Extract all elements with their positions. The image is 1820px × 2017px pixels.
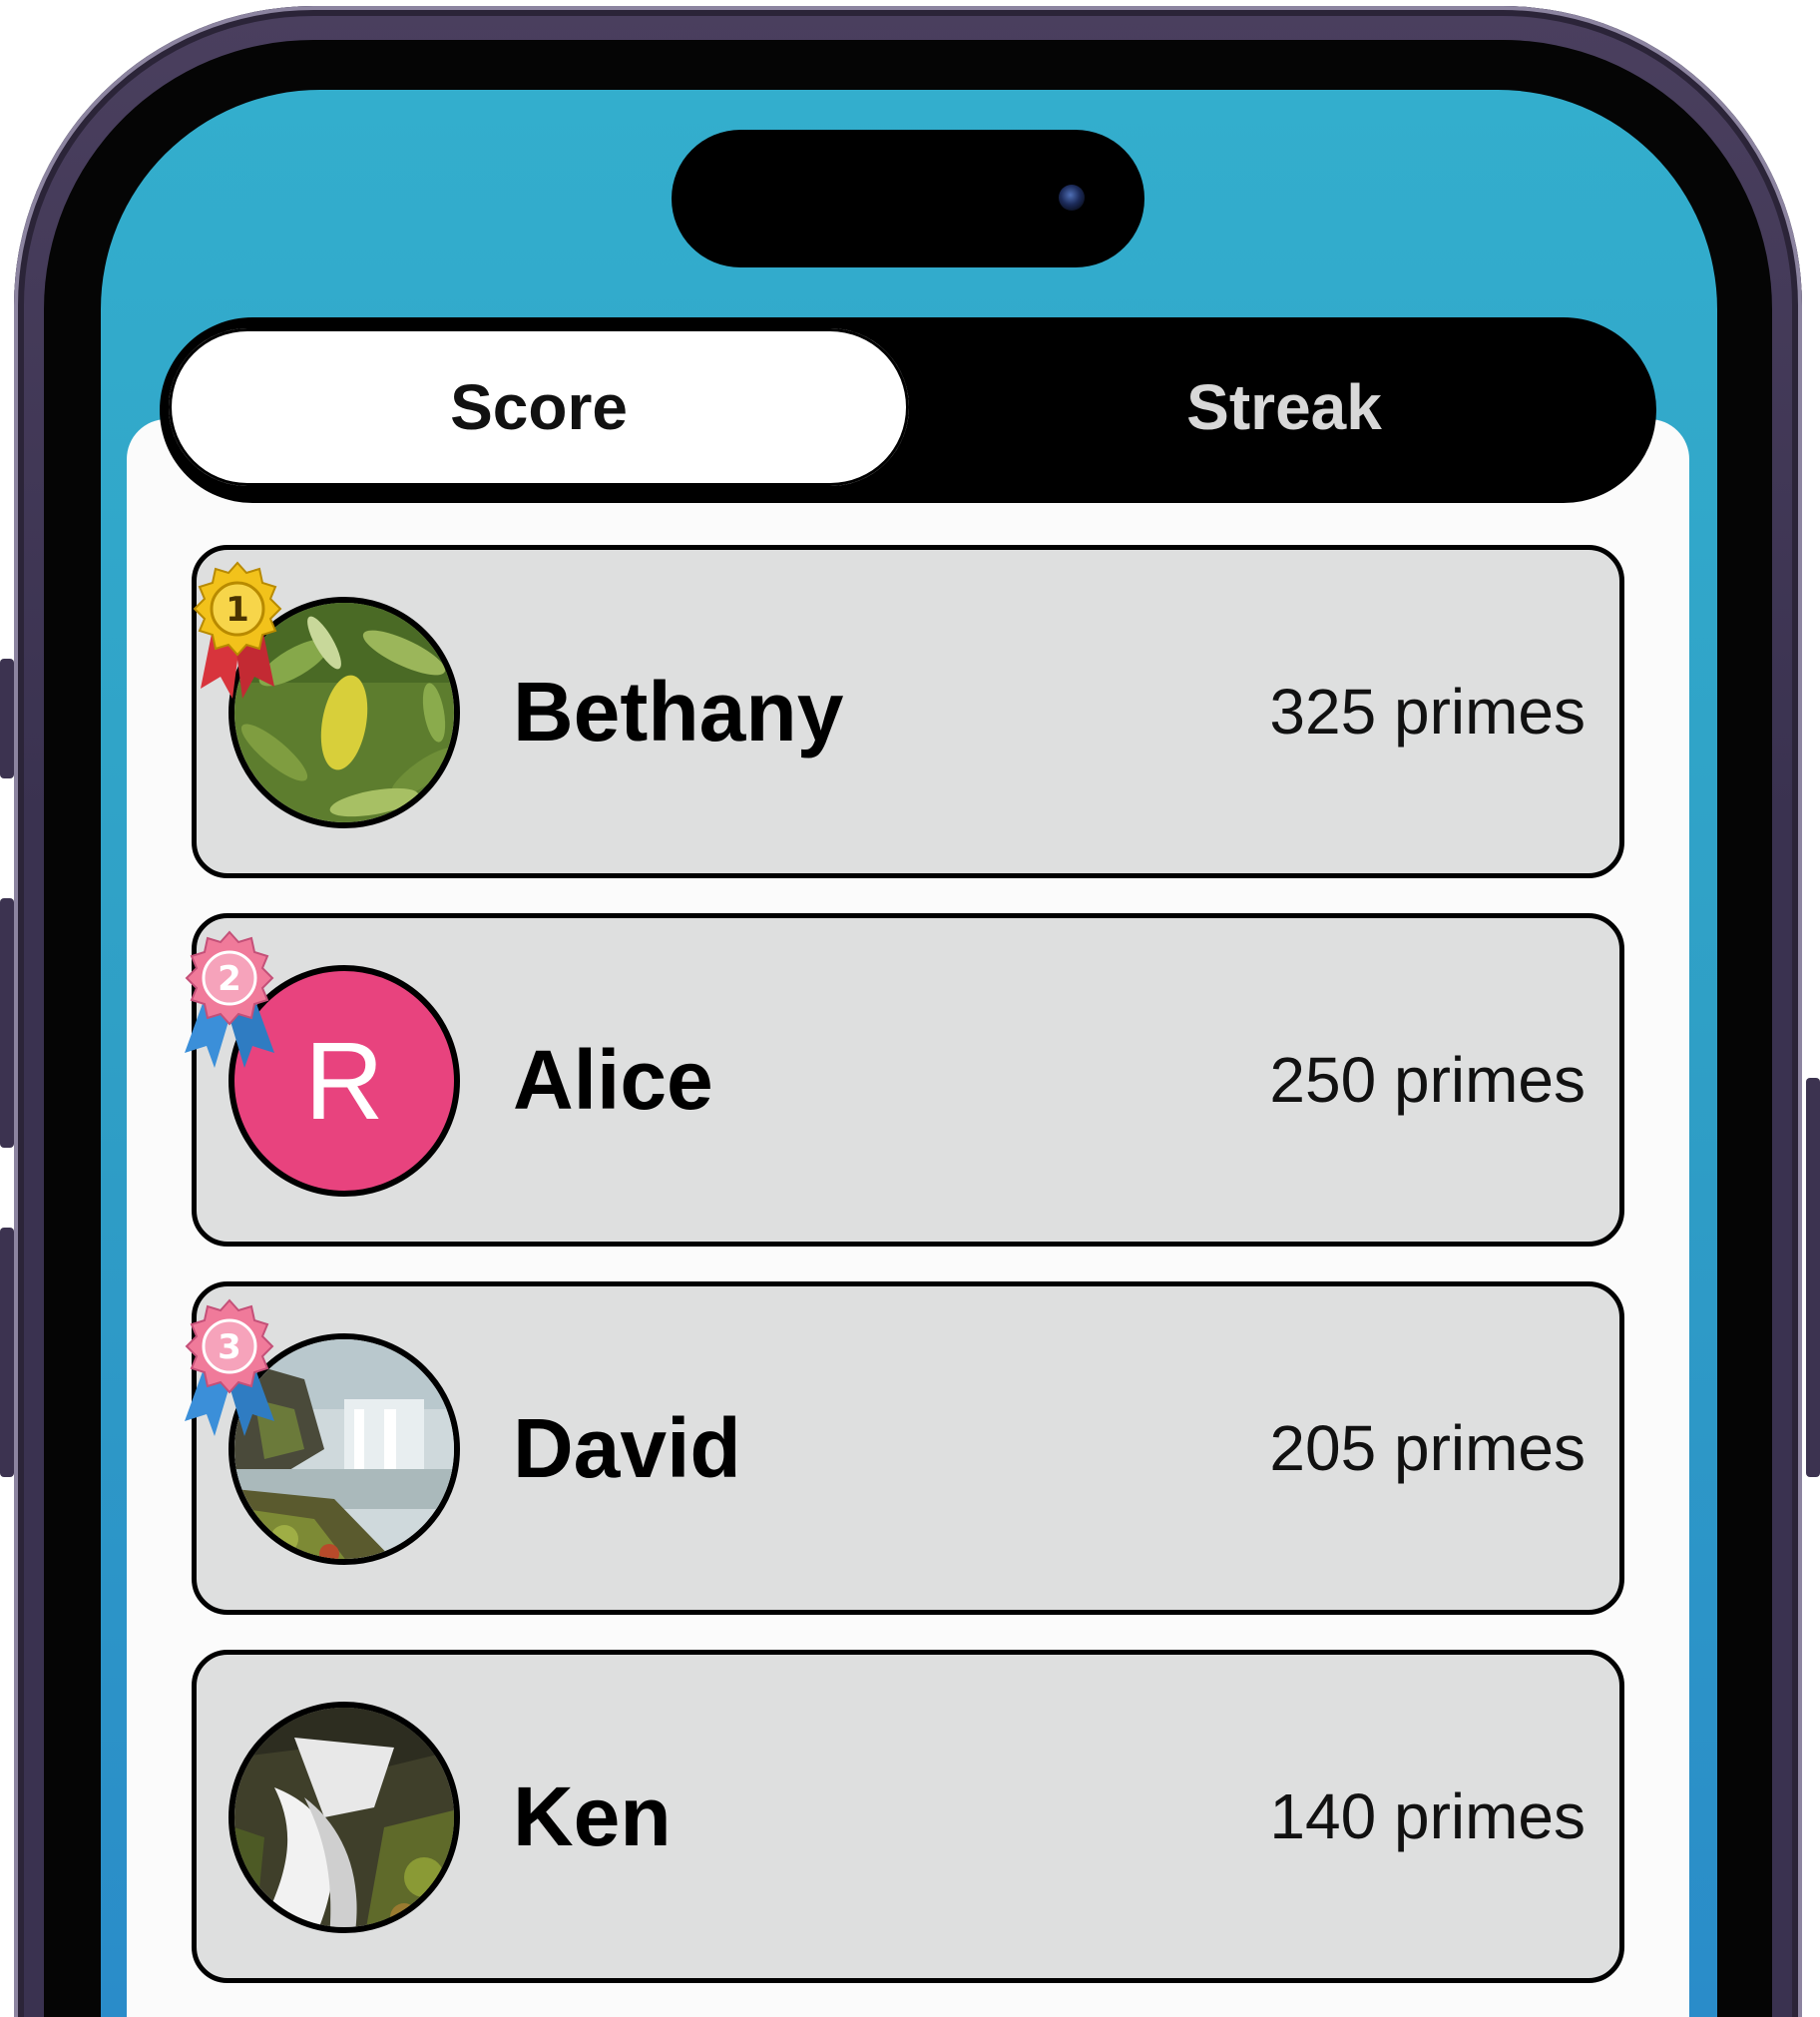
svg-text:1: 1 — [226, 590, 249, 630]
tab-streak[interactable]: Streak — [918, 325, 1650, 489]
camera-icon — [1059, 185, 1085, 211]
svg-text:2: 2 — [218, 959, 241, 999]
leaderboard-row[interactable]: Bethany 325 primes — [192, 545, 1624, 878]
leaderboard-row[interactable]: Ken 140 primes — [192, 1650, 1624, 1983]
player-name: Bethany — [513, 664, 844, 758]
player-name: Ken — [513, 1768, 672, 1863]
action-button — [0, 659, 14, 778]
app-stage: Score Streak Bethany 325 primes 1 R Alic… — [0, 0, 1820, 2017]
segmented-control: Score Streak — [160, 317, 1656, 503]
player-name: Alice — [513, 1032, 713, 1127]
volume-up-button — [0, 898, 14, 1148]
player-name: David — [513, 1400, 741, 1495]
power-button — [1806, 1078, 1820, 1477]
leaderboard-row[interactable]: R Alice 250 primes — [192, 913, 1624, 1247]
silver-medal-icon: 2 — [185, 930, 274, 1068]
player-score: 250 primes — [1269, 1044, 1586, 1116]
bronze-medal-icon: 3 — [185, 1298, 274, 1436]
tab-score[interactable]: Score — [166, 325, 912, 489]
gold-medal-icon: 1 — [193, 561, 282, 699]
player-score: 325 primes — [1269, 676, 1586, 748]
avatar — [228, 1702, 460, 1933]
svg-text:3: 3 — [218, 1327, 241, 1367]
player-score: 140 primes — [1269, 1780, 1586, 1852]
volume-down-button — [0, 1228, 14, 1477]
river-photo-icon — [234, 1708, 454, 1927]
leaderboard-row[interactable]: David 205 primes — [192, 1281, 1624, 1615]
player-score: 205 primes — [1269, 1412, 1586, 1484]
